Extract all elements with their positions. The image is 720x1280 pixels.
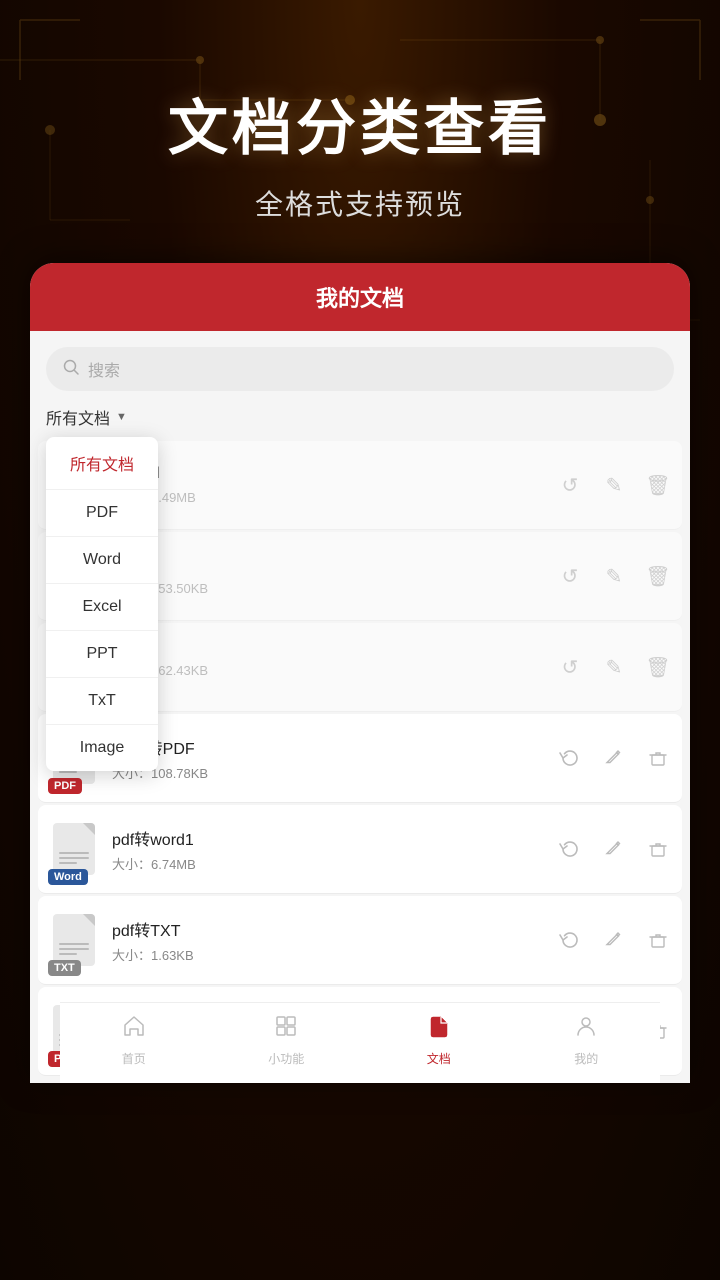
filter-dropdown: 所有文档 PDF Word Excel PPT TxT Image <box>46 437 158 771</box>
tools-icon <box>273 1013 299 1046</box>
file-size-6: 大小：1.63KB <box>112 945 548 964</box>
card-header: 我的文档 <box>30 263 690 331</box>
dropdown-item-all[interactable]: 所有文档 <box>46 437 158 490</box>
search-bar[interactable]: 搜索 <box>46 347 674 391</box>
filter-label: 所有文档 <box>46 405 110 429</box>
hero-title: 文档分类查看 <box>0 80 720 167</box>
delete-btn-1[interactable]: 🗑 <box>644 471 672 499</box>
file-size-4: 大小：108.78KB <box>112 763 548 782</box>
search-placeholder-text: 搜索 <box>88 357 120 381</box>
dropdown-item-ppt[interactable]: PPT <box>46 631 158 678</box>
file-badge-6: TXT <box>48 960 81 976</box>
main-card: 我的文档 搜索 所有文档 ▼ 所有文档 PDF Word Excel PPT T… <box>30 263 690 1083</box>
delete-btn-5[interactable] <box>644 835 672 863</box>
refresh-btn-3[interactable]: ↺ <box>556 653 584 681</box>
edit-btn-5[interactable] <box>600 835 628 863</box>
delete-btn-2[interactable]: 🗑 <box>644 562 672 590</box>
file-name-2: ...ord <box>112 556 548 574</box>
nav-item-docs[interactable]: 文档 <box>426 1013 452 1067</box>
refresh-btn-6[interactable] <box>556 926 584 954</box>
delete-btn-3[interactable]: 🗑 <box>644 653 672 681</box>
nav-item-tools[interactable]: 小功能 <box>268 1013 304 1067</box>
nav-label-docs: 文档 <box>427 1050 451 1067</box>
nav-item-home[interactable]: 首页 <box>121 1013 147 1067</box>
refresh-btn-4[interactable] <box>556 744 584 772</box>
dropdown-item-image[interactable]: Image <box>46 725 158 771</box>
file-size-3: 大小：362.43KB <box>112 660 548 679</box>
nav-label-mine: 我的 <box>574 1050 598 1067</box>
file-badge-5: Word <box>48 869 88 885</box>
file-size-5: 大小：6.74MB <box>112 854 548 873</box>
bottom-nav: 首页 小功能 文档 我的 <box>60 1002 660 1083</box>
file-size-1: 大小：1.49MB <box>112 487 548 506</box>
refresh-btn-2[interactable]: ↺ <box>556 562 584 590</box>
nav-item-mine[interactable]: 我的 <box>573 1013 599 1067</box>
file-item-5[interactable]: Word pdf转word1 大小：6.74MB <box>38 805 682 894</box>
filter-button[interactable]: 所有文档 ▼ <box>46 405 127 429</box>
edit-btn-3[interactable]: ✎ <box>600 653 628 681</box>
dropdown-item-pdf[interactable]: PDF <box>46 490 158 537</box>
file-name-5: pdf转word1 <box>112 826 548 850</box>
nav-label-home: 首页 <box>122 1050 146 1067</box>
hero-subtitle: 全格式支持预览 <box>0 183 720 223</box>
card-title: 我的文档 <box>316 286 404 311</box>
refresh-btn-5[interactable] <box>556 835 584 863</box>
filter-row: 所有文档 ▼ 所有文档 PDF Word Excel PPT TxT Image <box>30 401 690 439</box>
mine-icon <box>573 1013 599 1046</box>
filter-arrow-icon: ▼ <box>116 411 127 423</box>
edit-btn-1[interactable]: ✎ <box>600 471 628 499</box>
docs-icon <box>426 1013 452 1046</box>
file-name-6: pdf转TXT <box>112 917 548 941</box>
refresh-btn-1[interactable]: ↺ <box>556 471 584 499</box>
dropdown-item-excel[interactable]: Excel <box>46 584 158 631</box>
file-size-2: 大小：353.50KB <box>112 578 548 597</box>
edit-btn-2[interactable]: ✎ <box>600 562 628 590</box>
file-name-1: ...word <box>112 465 548 483</box>
delete-btn-6[interactable] <box>644 926 672 954</box>
file-name-4: word转PDF <box>112 735 548 759</box>
dropdown-item-word[interactable]: Word <box>46 537 158 584</box>
nav-label-tools: 小功能 <box>268 1050 304 1067</box>
file-badge-4: PDF <box>48 778 82 794</box>
file-item-6[interactable]: TXT pdf转TXT 大小：1.63KB <box>38 896 682 985</box>
edit-btn-6[interactable] <box>600 926 628 954</box>
home-icon <box>121 1013 147 1046</box>
edit-btn-4[interactable] <box>600 744 628 772</box>
delete-btn-4[interactable] <box>644 744 672 772</box>
dropdown-item-txt[interactable]: TxT <box>46 678 158 725</box>
